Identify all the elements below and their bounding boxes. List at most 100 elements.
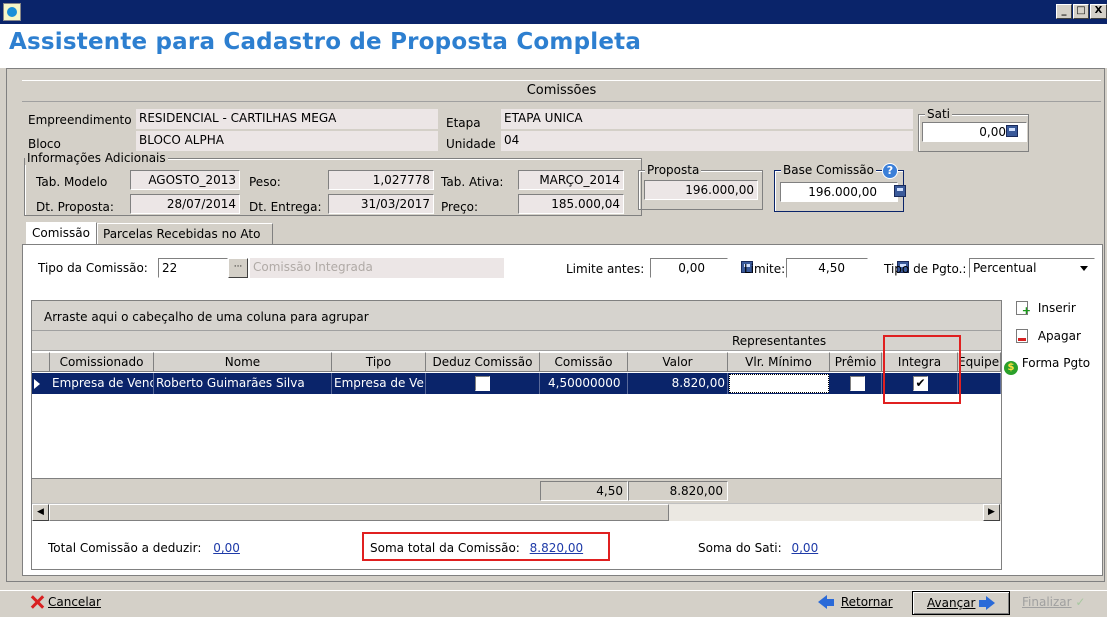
grid-group-hint: Arraste aqui o cabeçalho de uma coluna p…: [44, 310, 369, 324]
cell-valor[interactable]: 8.820,00: [628, 373, 728, 394]
band-representantes: Representantes: [732, 334, 827, 348]
dt-proposta-label: Dt. Proposta:: [36, 200, 114, 214]
col-header-nome[interactable]: Nome: [154, 352, 332, 372]
grid-footer-row: [32, 478, 1001, 503]
scroll-thumb[interactable]: [49, 504, 669, 521]
chevron-down-icon[interactable]: [1080, 266, 1088, 271]
app-title: Assistente para Cadastro de Proposta Com…: [9, 29, 642, 55]
col-header-valor[interactable]: Valor: [628, 352, 728, 372]
calculator-icon[interactable]: [1006, 125, 1018, 137]
delete-icon: [1016, 329, 1028, 343]
limite-label: Limite:: [744, 262, 786, 276]
tipo-pgto-value: Percentual: [973, 261, 1037, 275]
insert-icon: +: [1016, 301, 1031, 317]
deduz-checkbox[interactable]: [475, 376, 490, 391]
col-header-premio[interactable]: Prêmio: [830, 352, 882, 372]
col-header-comissionado[interactable]: Comissionado: [50, 352, 154, 372]
scroll-right-button[interactable]: ▶: [983, 504, 1000, 521]
cell-vlr-minimo[interactable]: [729, 374, 829, 393]
tab-comissao[interactable]: Comissão: [26, 222, 97, 244]
col-header-tipo[interactable]: Tipo: [332, 352, 426, 372]
proposta-field: 196.000,00: [644, 180, 758, 200]
empreendimento-label: Empreendimento: [28, 113, 132, 127]
retornar-button[interactable]: Retornar: [818, 592, 893, 612]
col-header-comissao[interactable]: Comissão: [540, 352, 628, 372]
scroll-left-button[interactable]: ◀: [32, 504, 49, 521]
section-title: Comissões: [22, 80, 1101, 102]
tipo-comissao-lookup-button[interactable]: ···: [228, 258, 248, 278]
check-icon: ✓: [1075, 595, 1086, 609]
limite-antes-label: Limite antes:: [566, 262, 645, 276]
cell-comissao[interactable]: 4,50000000: [540, 373, 628, 394]
tab-ativa-field: MARÇO_2014: [518, 170, 624, 190]
arrow-right-icon: [979, 596, 996, 610]
cancelar-button[interactable]: Cancelar: [30, 592, 101, 612]
etapa-label: Etapa: [446, 116, 481, 130]
soma-total-highlight: [362, 532, 610, 561]
soma-sati: Soma do Sati: 0,00: [698, 541, 818, 555]
col-header-deduz-comissao[interactable]: Deduz Comissão: [426, 352, 540, 372]
preco-field: 185.000,04: [518, 194, 624, 214]
dt-entrega-label: Dt. Entrega:: [249, 200, 322, 214]
money-icon: $: [1004, 361, 1018, 375]
grid-indicator-header: [32, 352, 50, 372]
proposta-title: Proposta: [645, 163, 702, 177]
app-icon[interactable]: [3, 3, 21, 21]
total-deduzir: Total Comissão a deduzir: 0,00: [48, 541, 240, 555]
sati-value: 0,00: [979, 125, 1006, 139]
calculator-icon[interactable]: [893, 185, 906, 197]
cell-tipo[interactable]: Empresa de Ve: [332, 373, 426, 394]
arrow-left-icon: [818, 595, 834, 609]
premio-checkbox[interactable]: [850, 376, 865, 391]
col-header-equipe[interactable]: Equipe: [958, 352, 1001, 372]
dt-entrega-field: 31/03/2017: [328, 194, 434, 214]
close-button[interactable]: X: [1090, 4, 1107, 19]
app-title-area: Assistente para Cadastro de Proposta Com…: [0, 24, 1107, 68]
col-header-vlr-minimo[interactable]: Vlr. Mínimo: [728, 352, 830, 372]
cell-nome[interactable]: Roberto Guimarães Silva: [154, 373, 332, 394]
tab-modelo-label: Tab. Modelo: [36, 175, 108, 189]
etapa-field: ETAPA UNICA: [501, 109, 913, 129]
tipo-comissao-code-input[interactable]: 22: [158, 258, 228, 278]
total-deduzir-label: Total Comissão a deduzir:: [48, 541, 202, 555]
finalizar-button[interactable]: Finalizar ✓: [1022, 592, 1085, 612]
tipo-comissao-label: Tipo da Comissão:: [38, 261, 148, 275]
dt-proposta-field: 28/07/2014: [130, 194, 240, 214]
grid-hscrollbar[interactable]: ◀ ▶: [32, 503, 1001, 521]
tipo-pgto-select[interactable]: Percentual: [969, 258, 1095, 278]
tipo-comissao-desc: Comissão Integrada: [250, 258, 504, 278]
row-indicator-icon: [34, 379, 40, 389]
integra-highlight: [883, 335, 961, 404]
peso-field: 1,027778: [328, 170, 434, 190]
tipo-pgto-label: Tipo de Pgto.:: [884, 262, 967, 276]
limite-antes-input[interactable]: 0,00: [650, 258, 728, 278]
tipo-comissao-code: 22: [162, 261, 178, 275]
inserir-button[interactable]: + Inserir: [1016, 301, 1076, 317]
avancar-button[interactable]: Avançar: [912, 591, 1010, 615]
bloco-field: BLOCO ALPHA: [136, 131, 438, 151]
apagar-button[interactable]: Apagar: [1016, 329, 1081, 343]
soma-sati-value: 0,00: [791, 541, 819, 555]
base-comissao-input[interactable]: 196.000,00: [780, 182, 898, 202]
limite-antes-value: 0,00: [678, 261, 705, 275]
tab-parcelas-recebidas[interactable]: Parcelas Recebidas no Ato: [97, 223, 273, 245]
peso-label: Peso:: [249, 175, 281, 189]
restore-button[interactable]: □: [1073, 4, 1089, 19]
minimize-button[interactable]: _: [1056, 4, 1072, 19]
sati-title: Sati: [925, 107, 953, 121]
base-comissao-title: Base Comissão: [781, 163, 876, 177]
grid-band-row: Representantes: [32, 331, 1001, 351]
footer-valor: 8.820,00: [628, 481, 728, 501]
unidade-field: 04: [501, 131, 913, 151]
limite-input[interactable]: 4,50: [786, 258, 868, 278]
forma-pgto-button[interactable]: $ Forma Pgto: [1004, 356, 1090, 375]
cell-comissionado[interactable]: Empresa de Vend: [50, 373, 154, 394]
cell-equipe[interactable]: [958, 373, 1001, 394]
footer-comissao: 4,50: [540, 481, 628, 501]
grid-group-panel[interactable]: Arraste aqui o cabeçalho de uma coluna p…: [32, 301, 1001, 331]
info-group-title: Informações Adicionais: [25, 151, 168, 165]
help-icon[interactable]: ?: [882, 163, 898, 179]
total-deduzir-value: 0,00: [213, 541, 240, 555]
bloco-label: Bloco: [28, 137, 61, 151]
soma-sati-label: Soma do Sati:: [698, 541, 782, 555]
